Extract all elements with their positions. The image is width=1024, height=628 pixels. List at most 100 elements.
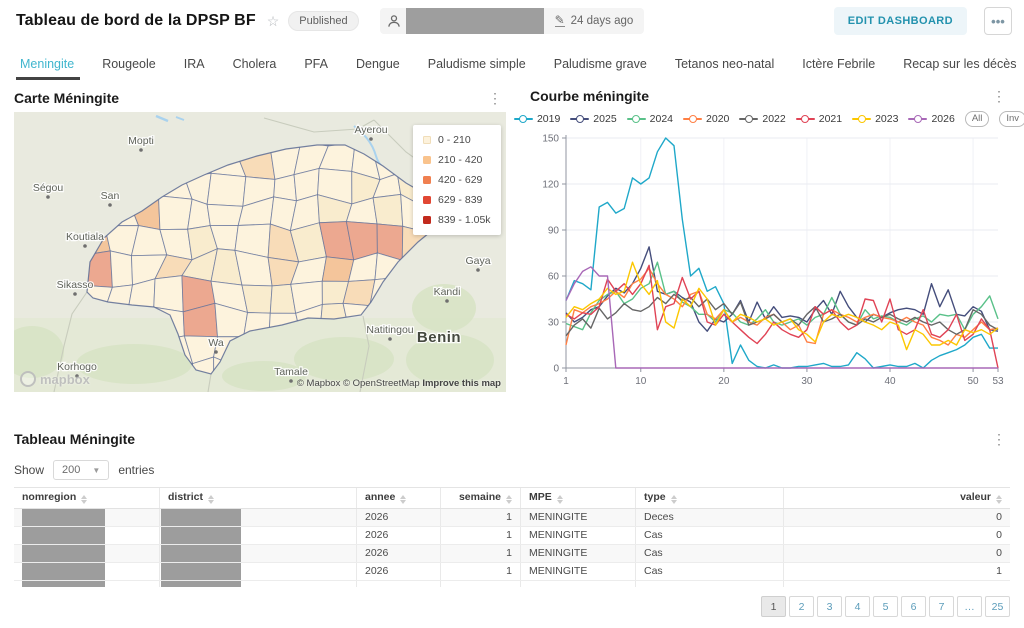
map-legend-swatch	[423, 176, 431, 184]
chart-legend: 20192025202420202022202120232026AllInv	[530, 108, 1010, 130]
cell-valeur: 1	[783, 563, 1010, 580]
chart-legend-inv-button[interactable]: Inv	[999, 111, 1024, 127]
column-header-valeur[interactable]: valeur	[783, 488, 1010, 508]
column-header-nomregion[interactable]: nomregion	[14, 488, 159, 508]
chart-legend-item-2026[interactable]: 2026	[908, 113, 954, 125]
tab-ict-re-febrile[interactable]: Ictère Febrile	[788, 50, 889, 80]
tab-paludisme-simple[interactable]: Paludisme simple	[414, 50, 540, 80]
sort-up-arrow	[996, 495, 1002, 499]
cell-mpe: MENINGITE	[520, 563, 635, 580]
table-kebab-menu-icon[interactable]: ⋮	[988, 430, 1010, 448]
chart-legend-item-2020[interactable]: 2020	[683, 113, 729, 125]
redacted-cell	[22, 527, 105, 544]
page-button-1[interactable]: 1	[761, 596, 786, 617]
sort-icon[interactable]	[400, 495, 406, 504]
chart-legend-all-button[interactable]: All	[965, 111, 990, 127]
x-axis-tick-label: 20	[718, 376, 730, 387]
chart-legend-ring	[858, 115, 866, 123]
map-attribution: © Mapbox © OpenStreetMap Improve this ma…	[297, 378, 501, 389]
table-controls: Show 200 ▼ entries	[14, 455, 1010, 485]
chart-kebab-menu-icon[interactable]: ⋮	[988, 87, 1010, 105]
map-city-dot	[476, 268, 480, 272]
table-row[interactable]: 20261MENINGITECas1	[14, 563, 1010, 581]
tab-meningite[interactable]: Meningite	[16, 50, 88, 80]
chart-legend-label: 2019	[537, 113, 560, 125]
user-icon	[387, 14, 401, 28]
sort-up-arrow	[671, 495, 677, 499]
column-header-semaine[interactable]: semaine	[440, 488, 520, 508]
favorite-star-icon[interactable]: ☆	[267, 13, 280, 30]
page-button-25[interactable]: 25	[985, 596, 1010, 617]
chart-legend-item-2022[interactable]: 2022	[739, 113, 785, 125]
tab-ira[interactable]: IRA	[170, 50, 219, 80]
map-legend-item: 420 - 629	[423, 174, 491, 186]
sort-icon[interactable]	[506, 495, 512, 504]
x-axis-tick-label: 53	[992, 376, 1004, 387]
page-button-6[interactable]: 6	[901, 596, 926, 617]
cell-annee: 2026	[356, 563, 440, 580]
map-legend: 0 - 210210 - 420420 - 629629 - 839839 - …	[413, 125, 501, 235]
page-button-3[interactable]: 3	[817, 596, 842, 617]
tab-paludisme-grave[interactable]: Paludisme grave	[540, 50, 661, 80]
chart-legend-label: 2026	[931, 113, 954, 125]
line-chart-svg[interactable]: 03060901201501102030405053	[530, 130, 1010, 394]
more-menu-button[interactable]: •••	[984, 7, 1012, 35]
table-row[interactable]: 20261MENINGITECas0	[14, 545, 1010, 563]
map-city-label: Natitingou	[366, 324, 413, 336]
column-header-annee[interactable]: annee	[356, 488, 440, 508]
tab-tetanos-neo-natal[interactable]: Tetanos neo-natal	[661, 50, 788, 80]
column-header-type[interactable]: type	[635, 488, 783, 508]
map-kebab-menu-icon[interactable]: ⋮	[484, 89, 506, 107]
column-header-district[interactable]: district	[159, 488, 356, 508]
mapbox-logo[interactable]: mapbox	[20, 371, 90, 387]
x-axis-tick-label: 30	[801, 376, 813, 387]
show-label: Show	[14, 463, 44, 477]
entries-label: entries	[118, 463, 154, 477]
page-button-5[interactable]: 5	[873, 596, 898, 617]
y-axis-tick-label: 90	[548, 226, 560, 237]
table-row[interactable]: 20261MENINGITEDeces0	[14, 509, 1010, 527]
sort-icon[interactable]	[208, 495, 214, 504]
redacted-cell	[22, 545, 105, 562]
sort-icon[interactable]	[671, 495, 677, 504]
chart-legend-item-2019[interactable]: 2019	[514, 113, 560, 125]
page-button-7[interactable]: 7	[929, 596, 954, 617]
series-line-2025	[566, 247, 998, 331]
table-card: Tableau Méningite ⋮ Show 200 ▼ entries n…	[14, 425, 1010, 617]
map-city-label: Ségou	[33, 182, 64, 194]
dashboard-header: Tableau de bord de la DPSP BF ☆ Publishe…	[0, 0, 1024, 42]
map-legend-label: 839 - 1.05k	[438, 214, 491, 226]
improve-map-link[interactable]: Improve this map	[422, 378, 501, 389]
tab-pfa[interactable]: PFA	[290, 50, 342, 80]
last-modified: ✎ 24 days ago	[544, 15, 645, 27]
sort-icon[interactable]	[996, 495, 1002, 504]
tab-recap-sur-les-d-c-s[interactable]: Recap sur les décès	[889, 50, 1024, 80]
chart-legend-item-2021[interactable]: 2021	[796, 113, 842, 125]
edit-dashboard-button[interactable]: EDIT DASHBOARD	[834, 7, 967, 35]
cell-mpe: MENINGITE	[520, 527, 635, 544]
page-button-4[interactable]: 4	[845, 596, 870, 617]
cell-partial	[783, 581, 1010, 587]
table-row[interactable]: 20261MENINGITECas0	[14, 527, 1010, 545]
cell-district	[159, 509, 356, 526]
tab-rougeole[interactable]: Rougeole	[88, 50, 170, 80]
page-button-2[interactable]: 2	[789, 596, 814, 617]
map-legend-swatch	[423, 156, 431, 164]
cell-type: Cas	[635, 527, 783, 544]
map-city-dot	[73, 292, 77, 296]
owner-chip: ✎ 24 days ago	[380, 8, 645, 34]
page-button-…[interactable]: …	[957, 596, 982, 617]
sort-icon[interactable]	[557, 495, 563, 504]
tab-dengue[interactable]: Dengue	[342, 50, 414, 80]
chart-legend-item-2023[interactable]: 2023	[852, 113, 898, 125]
page-title: Tableau de bord de la DPSP BF	[16, 12, 256, 30]
map-canvas[interactable]: MoptiSégouSanKoutialaSikassoKorhogoWaTam…	[14, 112, 506, 392]
map-city-dot	[46, 195, 50, 199]
page-size-select[interactable]: 200 ▼	[53, 460, 109, 480]
map-attribution-text: © Mapbox © OpenStreetMap	[297, 378, 420, 389]
tab-cholera[interactable]: Cholera	[219, 50, 291, 80]
chart-legend-item-2025[interactable]: 2025	[570, 113, 616, 125]
sort-icon[interactable]	[81, 495, 87, 504]
chart-legend-item-2024[interactable]: 2024	[627, 113, 673, 125]
column-header-mpe[interactable]: MPE	[520, 488, 635, 508]
